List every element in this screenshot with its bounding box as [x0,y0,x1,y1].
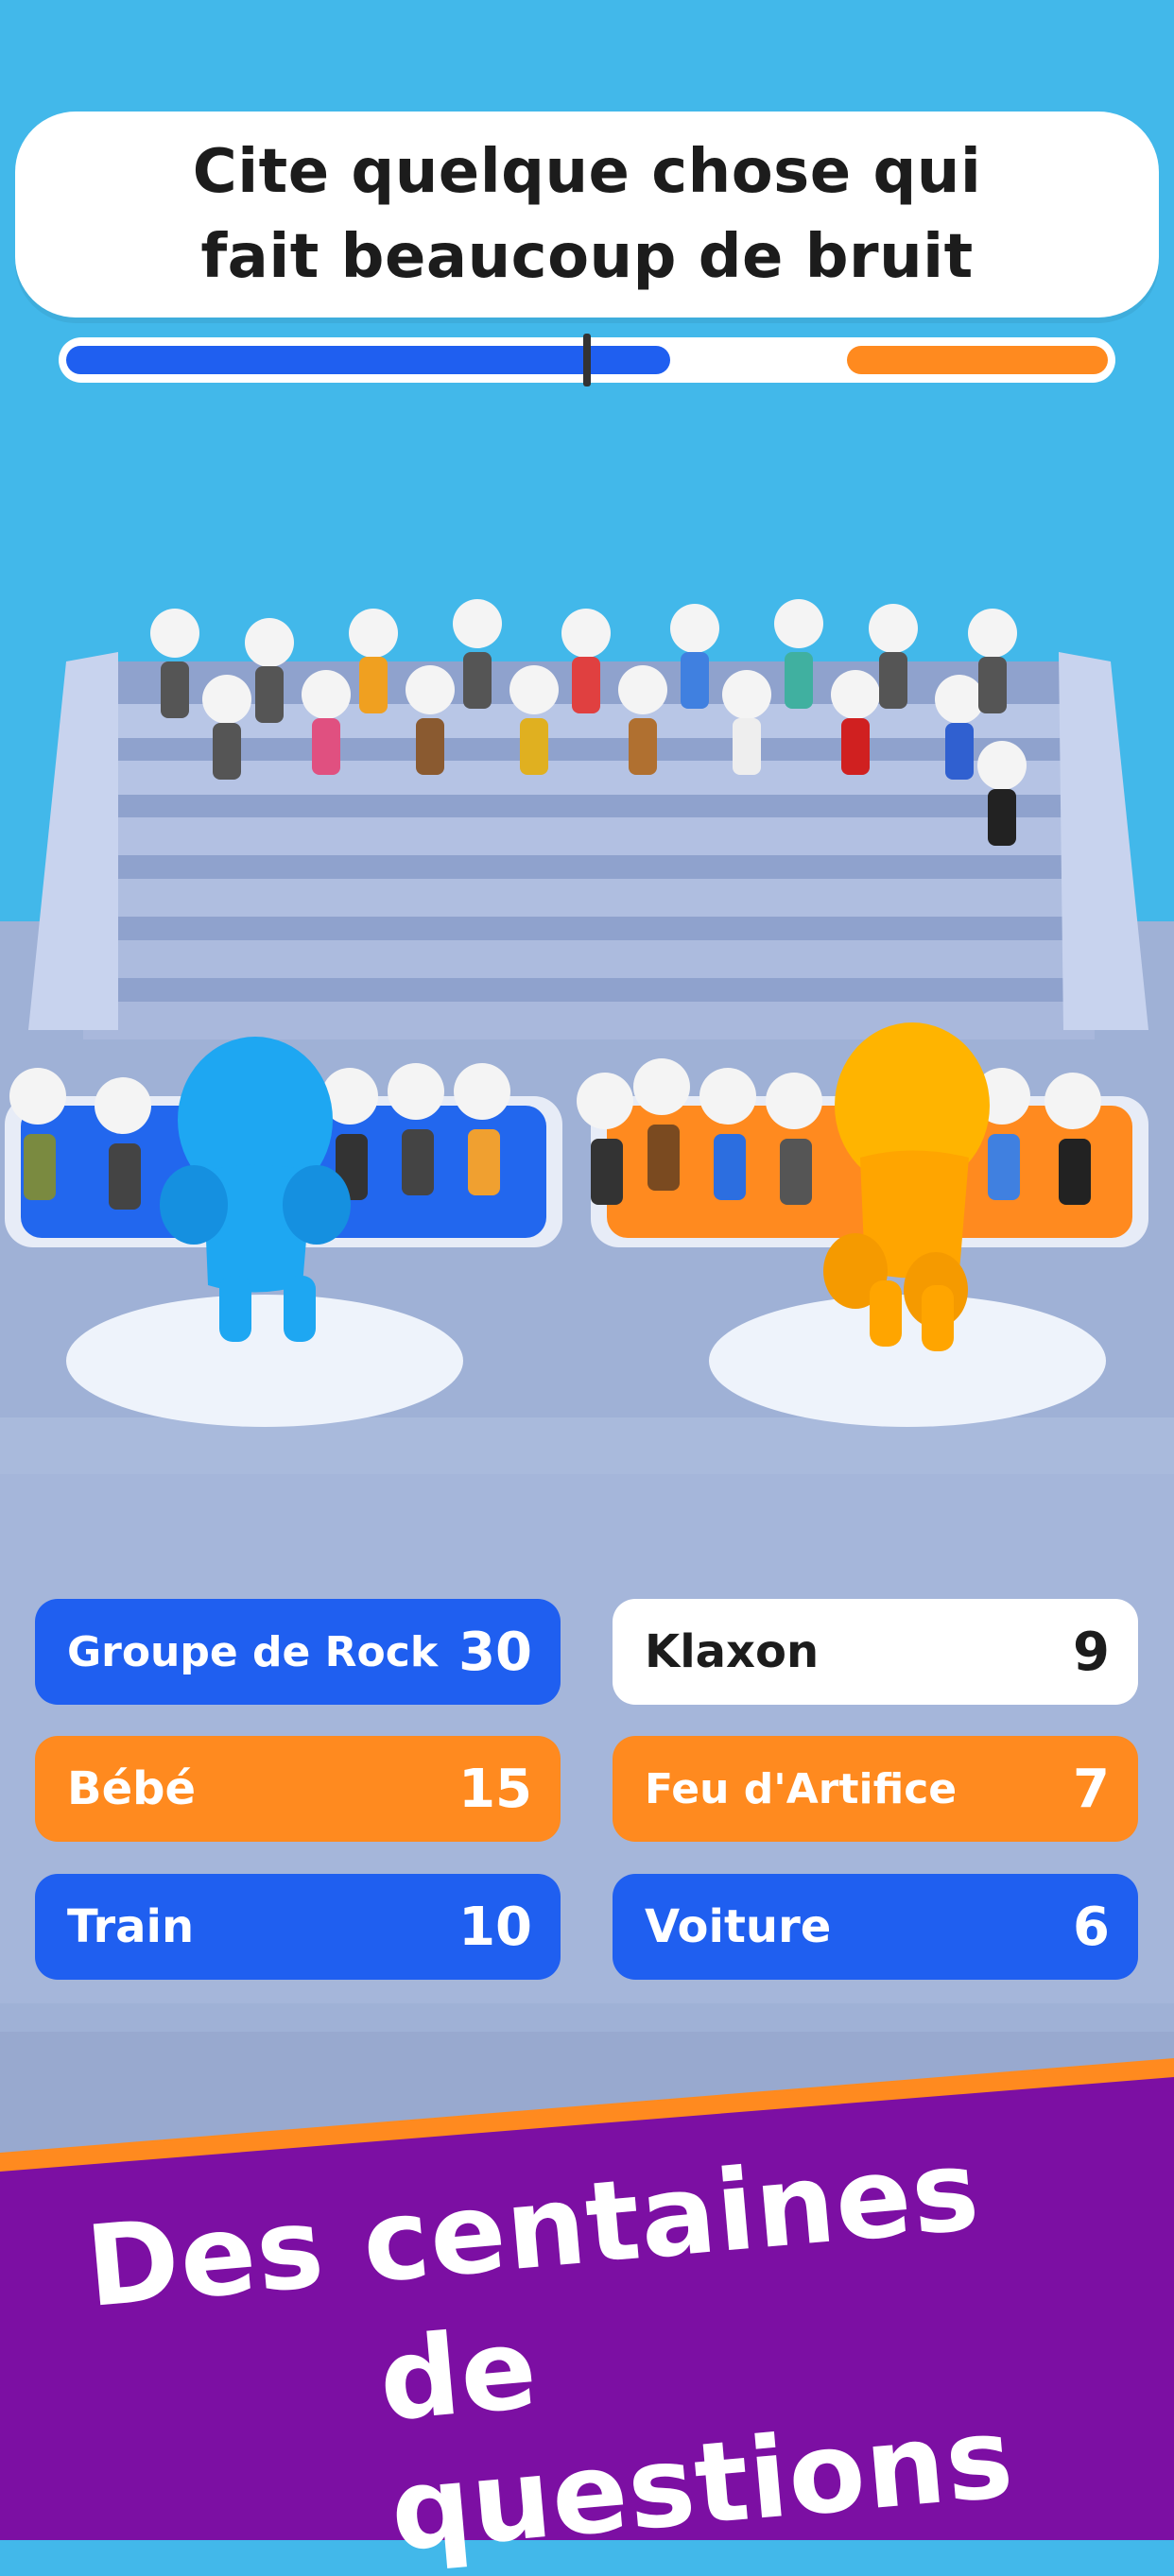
answer-tile[interactable]: Feu d'Artifice 7 [613,1736,1138,1842]
answer-label: Groupe de Rock [67,1627,439,1676]
answer-score: 7 [1073,1758,1110,1820]
answer-label: Feu d'Artifice [645,1764,958,1813]
answer-tile[interactable]: Bébé 15 [35,1736,561,1842]
answer-tile[interactable]: Voiture 6 [613,1874,1138,1980]
answer-score: 30 [458,1621,532,1683]
question-line-2: fait beaucoup de bruit [200,222,974,292]
answer-tile[interactable]: Train 10 [35,1874,561,1980]
answer-score: 6 [1073,1896,1110,1958]
answer-label: Train [67,1900,195,1953]
answer-tile[interactable]: Klaxon 9 [613,1599,1138,1705]
answer-tile[interactable]: Groupe de Rock 30 [35,1599,561,1705]
question-card: Cite quelque chose qui fait beaucoup de … [15,112,1159,318]
answer-score: 9 [1073,1621,1110,1683]
answer-score: 10 [458,1896,532,1958]
answer-label: Klaxon [645,1625,820,1678]
answer-score: 15 [458,1758,532,1820]
score-progress-bar [59,334,1115,386]
answer-label: Bébé [67,1762,197,1815]
progress-marker [583,334,591,386]
orange-team-progress [847,346,1108,374]
question-line-1: Cite quelque chose qui [192,137,982,207]
blue-team-progress [66,346,670,374]
answer-label: Voiture [645,1900,832,1953]
